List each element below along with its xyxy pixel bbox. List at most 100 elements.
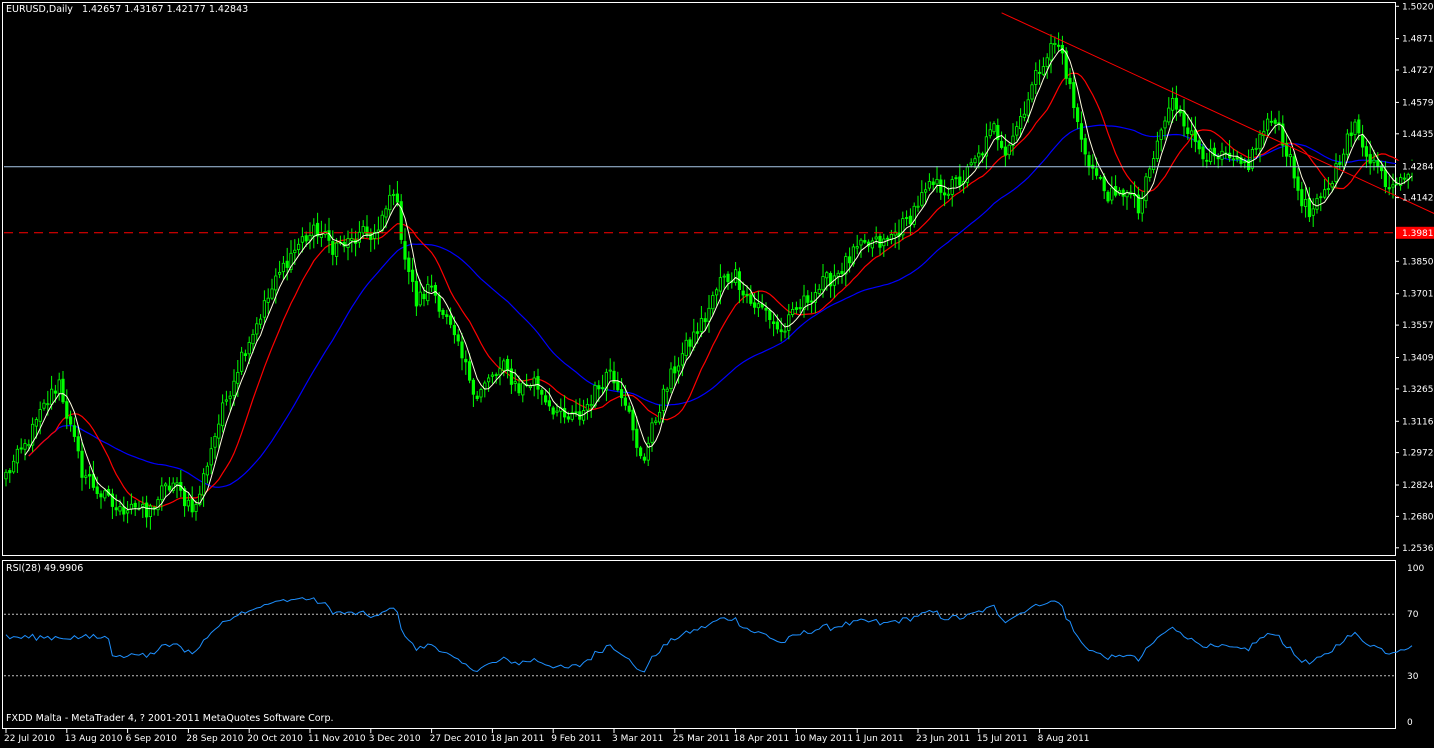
candle-body — [384, 208, 388, 218]
candle-body — [623, 397, 628, 406]
candle-body — [448, 315, 453, 325]
price-tick-label: 1.47275 — [1402, 66, 1434, 76]
candle-body — [23, 443, 27, 450]
candle-body — [749, 294, 753, 304]
candle-body — [1258, 133, 1262, 150]
candle-body — [1319, 196, 1323, 199]
candle-body — [46, 403, 50, 406]
candle-body — [126, 510, 130, 514]
candle-body — [544, 395, 548, 403]
candle-body — [1402, 177, 1406, 180]
candle-body — [365, 226, 369, 236]
candle-body — [274, 275, 278, 291]
candle-body — [369, 232, 373, 240]
candle-body — [1247, 159, 1251, 171]
candle-body — [220, 402, 225, 427]
candle-body — [718, 277, 723, 292]
candle-body — [247, 342, 251, 355]
rsi-tick-label: 70 — [1407, 610, 1419, 620]
candle-body — [521, 382, 525, 396]
chart-canvas[interactable]: 1.50200 1.48715 1.47275 1.45790 1.44350 1.414… — [0, 0, 1434, 745]
candle-body — [1296, 176, 1300, 191]
candle-body — [734, 269, 738, 284]
time-tick-label: 18 Jan 2011 — [490, 734, 544, 744]
candle-body — [1076, 107, 1080, 122]
candle-body — [486, 377, 491, 383]
candle-body — [1201, 146, 1205, 160]
time-tick-label: 1 Jun 2011 — [855, 734, 903, 744]
candle-body — [753, 302, 757, 308]
candle-body — [11, 460, 16, 473]
candle-body — [1330, 182, 1334, 188]
candle-body — [1342, 153, 1346, 168]
candle-body — [821, 276, 825, 291]
price-tick-label: 1.34090 — [1402, 354, 1434, 364]
candle-body — [80, 450, 84, 478]
candle-body — [1000, 140, 1004, 148]
candle-body — [1049, 43, 1053, 61]
candle-body — [658, 411, 662, 423]
candle-body — [927, 181, 932, 189]
price-tick-label: 1.29725 — [1402, 449, 1434, 459]
candle-body — [836, 272, 840, 277]
candle-body — [1106, 191, 1110, 202]
candle-body — [239, 351, 244, 372]
time-tick-label: 10 May 2011 — [794, 734, 853, 744]
time-tick-label: 28 Sep 2010 — [186, 734, 243, 744]
candle-body — [167, 485, 171, 491]
candle-body — [114, 507, 118, 511]
candle-body — [627, 405, 631, 412]
candle-body — [1197, 140, 1201, 150]
support-price-label: 1.3981 — [1402, 229, 1434, 239]
candle-body — [1307, 197, 1311, 218]
candle-body — [924, 189, 928, 193]
candle-body — [517, 383, 521, 394]
candle-body — [688, 339, 692, 347]
candle-body — [388, 194, 392, 211]
candle-body — [99, 493, 103, 498]
chart-window[interactable]: 1.50200 1.48715 1.47275 1.45790 1.44350 1.414… — [0, 0, 1434, 745]
candle-body — [57, 379, 61, 394]
rsi-label: RSI(28) 49.9906 — [6, 563, 84, 574]
candle-body — [943, 192, 947, 196]
candle-body — [1357, 119, 1361, 134]
candle-body — [1015, 126, 1019, 136]
candle-body — [391, 193, 396, 196]
candle-body — [1171, 98, 1175, 111]
candle-body — [331, 240, 335, 255]
candle-body — [422, 293, 426, 300]
candle-body — [403, 241, 407, 260]
candle-body — [886, 237, 890, 240]
candle-body — [1152, 158, 1156, 170]
candle-body — [1364, 146, 1368, 157]
candle-body — [783, 330, 787, 333]
time-tick-label: 23 Jun 2011 — [916, 734, 970, 744]
price-tick-label: 1.31165 — [1402, 417, 1434, 427]
ohlc-values: 1.42657 1.43167 1.42177 1.42843 — [81, 4, 249, 15]
symbol-label: EURUSD,Daily — [6, 4, 73, 15]
time-tick-label: 15 Jul 2011 — [977, 734, 1028, 744]
rsi-tick-label: 100 — [1407, 564, 1424, 574]
candle-body — [916, 205, 920, 208]
candle-body — [715, 289, 719, 296]
candle-body — [285, 260, 289, 268]
candle-body — [597, 385, 601, 390]
candle-body — [277, 271, 282, 275]
candle-body — [555, 410, 559, 413]
candle-body — [992, 123, 996, 133]
candle-body — [1311, 208, 1315, 216]
candle-body — [768, 309, 772, 320]
candle-body — [1231, 158, 1235, 161]
candle-body — [27, 444, 31, 447]
candle-body — [775, 321, 780, 330]
candle-body — [620, 389, 624, 399]
candle-body — [1190, 130, 1194, 135]
chart-header: EURUSD,Daily 1.42657 1.43167 1.42177 1.4… — [6, 4, 248, 15]
candle-body — [848, 256, 852, 264]
time-tick-label: 3 Mar 2011 — [612, 734, 663, 744]
candle-body — [262, 300, 267, 318]
candle-body — [1159, 129, 1163, 140]
candle-body — [1323, 189, 1327, 198]
candle-body — [1121, 189, 1125, 197]
candle-body — [791, 308, 795, 315]
